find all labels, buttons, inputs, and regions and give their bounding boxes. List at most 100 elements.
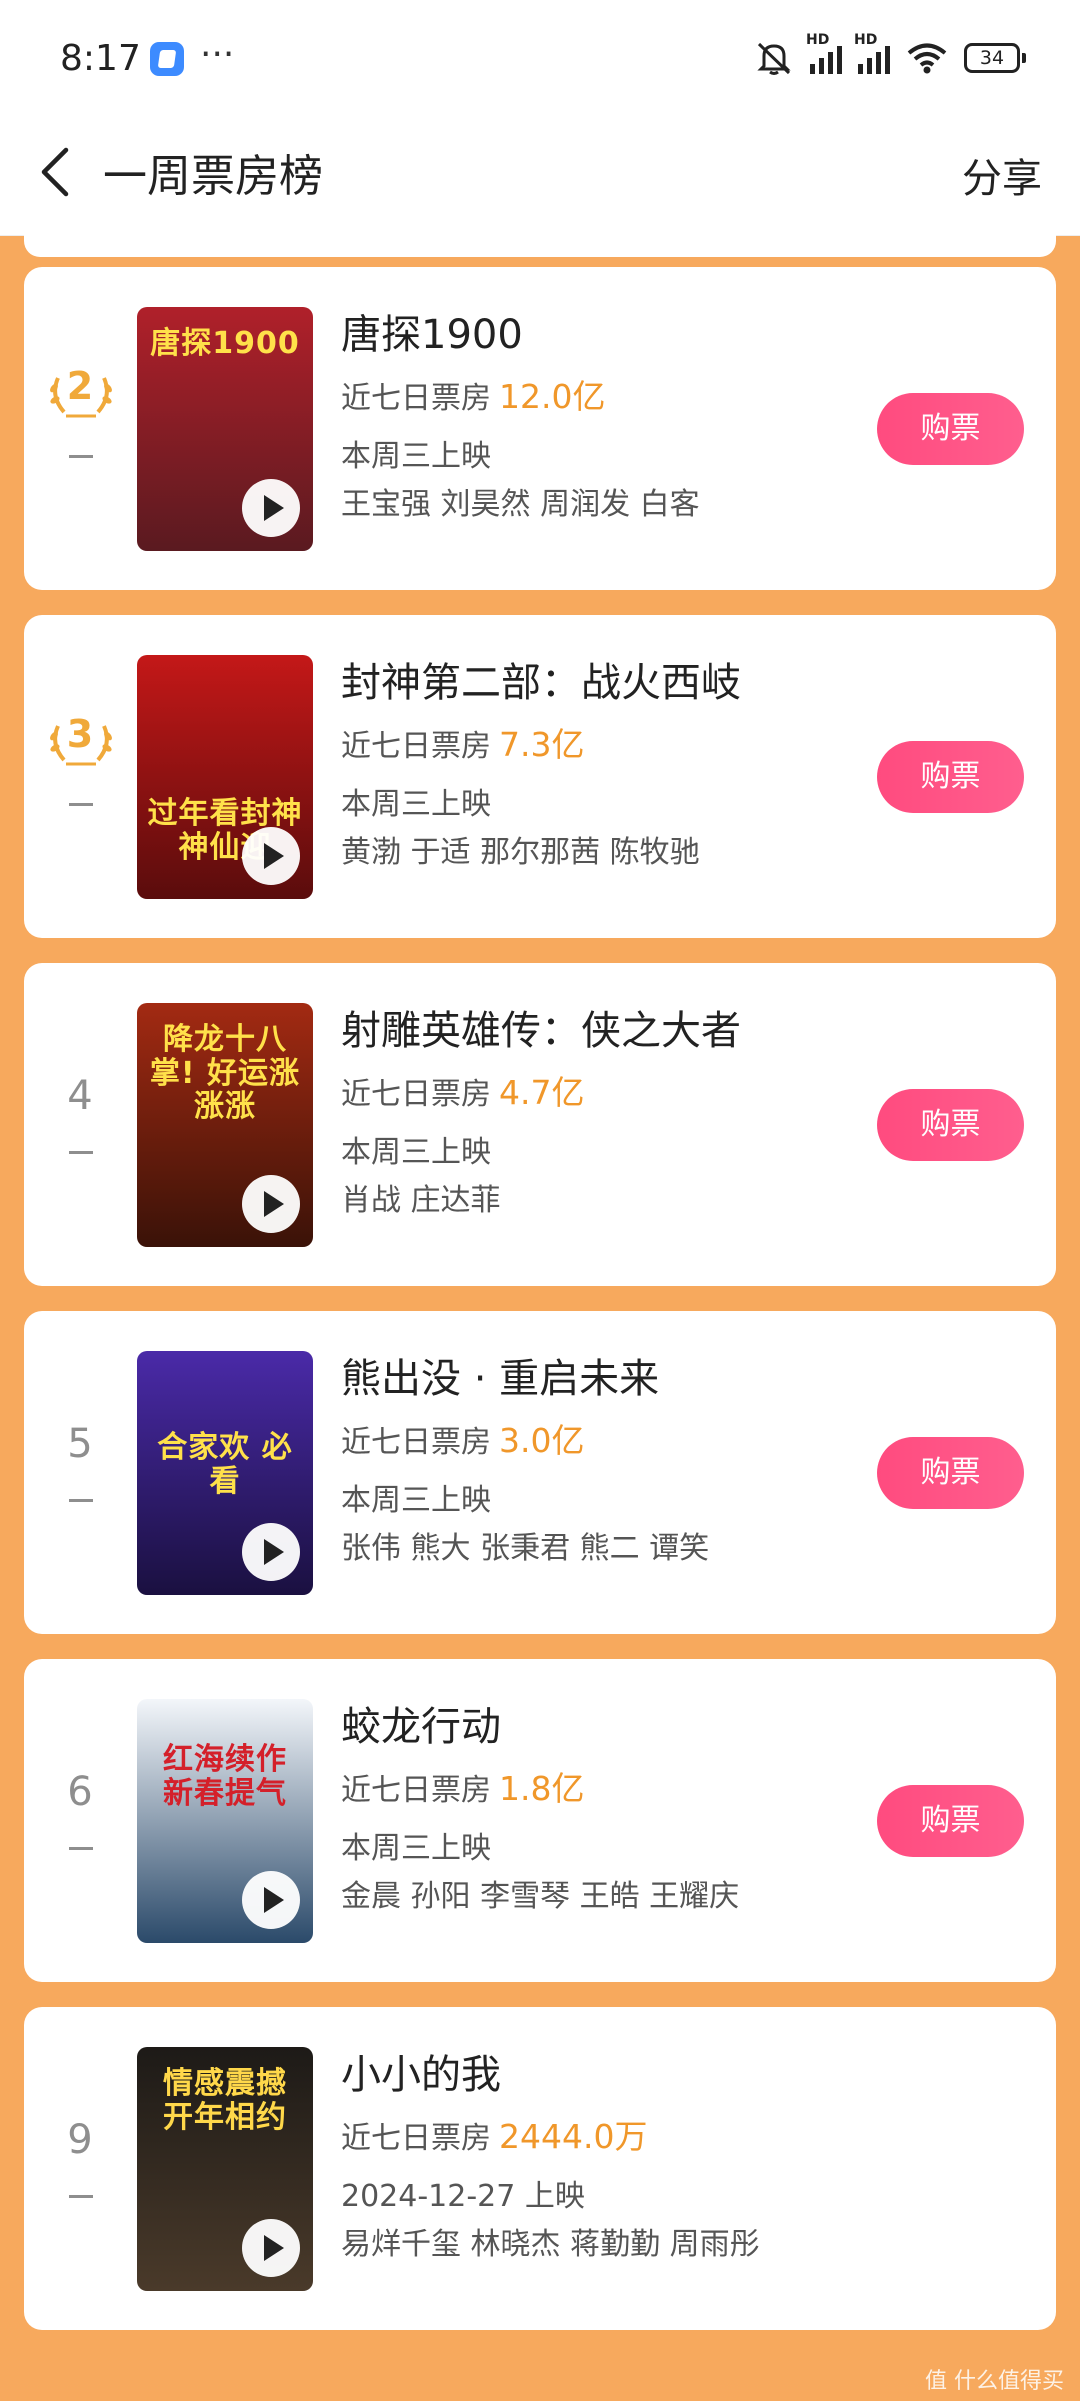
movie-card[interactable]: 9 情感震撼 开年相约 小小的我近七日票房 2444.0万 2024-12-27 上映易… [24,2007,1056,2330]
box-office-value: 2444.0万 [499,2117,648,2156]
box-office-label: 近七日票房 [341,729,491,764]
play-trailer-icon[interactable] [242,1871,300,1929]
movie-title[interactable]: 小小的我 [341,2047,861,2103]
rank-change-dash [69,455,93,458]
movie-info: 蛟龙行动 近七日票房 1.8亿 本周三上映 金晨 孙阳 李雪琴 王皓 王耀庆 [341,1699,861,1917]
box-office-value: 3.0亿 [499,1421,585,1460]
play-trailer-icon[interactable] [242,827,300,885]
rank-column: 3 [24,615,136,938]
hd-label-1: HD [806,32,830,48]
box-office-row: 近七日票房 12.0亿 [341,377,861,419]
rank-change-dash [69,2195,93,2198]
buy-ticket-button[interactable]: 购票 [877,1785,1024,1857]
cast-list: 金晨 孙阳 李雪琴 王皓 王耀庆 [341,1879,740,1914]
box-office-value: 7.3亿 [499,725,585,764]
movie-card[interactable]: 4 降龙十八掌! 好运涨涨涨 射雕英雄传：侠之大者 近七日票房 4.7亿 本周三上映 肖战 … [24,963,1056,1286]
rank-column: 2 [24,267,136,590]
movie-info: 熊出没 · 重启未来近七日票房 3.0亿 本周三上映张伟 熊大 张秉君 熊二 谭笑 [341,1351,861,1569]
rank-change-dash [69,1499,93,1502]
buy-ticket-button[interactable]: 购票 [877,393,1024,465]
previous-card-bottom [24,235,1056,257]
box-office-label: 近七日票房 [341,1425,491,1460]
rank-column: 6 [24,1659,136,1982]
back-arrow-icon[interactable] [28,142,88,202]
more-notifications-icon: ··· [200,34,235,75]
movie-poster[interactable]: 降龙十八掌! 好运涨涨涨 [137,1003,313,1247]
poster-text: 情感震撼 开年相约 [163,2066,287,2135]
rank-column: 5 [24,1311,136,1634]
release-info: 本周三上映 [341,439,491,474]
rank-number: 9 [67,2117,93,2163]
cellular-signal-2-icon: HD [854,32,890,74]
movie-poster[interactable]: 唐探1900 [137,307,313,551]
release-info: 2024-12-27 上映 [341,2179,585,2214]
movie-poster[interactable]: 红海续作 新春提气 [137,1699,313,1943]
rank-change-dash [69,1151,93,1154]
buy-ticket-button[interactable]: 购票 [877,741,1024,813]
box-office-label: 近七日票房 [341,1077,491,1112]
release-info: 本周三上映 [341,787,491,822]
box-office-row: 近七日票房 2444.0万 [341,2117,861,2159]
hd-label-2: HD [854,32,878,48]
movie-card[interactable]: 6 红海续作 新春提气 蛟龙行动 近七日票房 1.8亿 本周三上映 金晨 孙阳 李雪琴 王皓… [24,1659,1056,1982]
rank-column: 4 [24,963,136,1286]
status-bar: 8:17 ··· HD HD 34 [0,0,1080,120]
box-office-row: 近七日票房 4.7亿 [341,1073,861,1115]
buy-ticket-button[interactable]: 购票 [877,1089,1024,1161]
poster-text: 红海续作 新春提气 [163,1742,287,1811]
cast-list: 易烊千玺 林晓杰 蒋勤勤 周雨彤 [341,2227,760,2262]
movie-card[interactable]: 5 合家欢 必看 熊出没 · 重启未来近七日票房 3.0亿 本周三上映张伟 熊大 张秉君… [24,1311,1056,1634]
box-office-label: 近七日票房 [341,2121,491,2156]
wifi-icon [907,43,947,74]
battery-icon: 34 [964,43,1026,73]
rank-number: 2 [66,364,94,408]
movie-info: 封神第二部：战火西岐 近七日票房 7.3亿 本周三上映 黄渤 于适 那尔那茜 陈牧驰 [341,655,861,873]
box-office-label: 近七日票房 [341,381,491,416]
poster-text: 唐探1900 [150,326,300,361]
movie-title[interactable]: 射雕英雄传：侠之大者 [341,1003,861,1059]
movie-card[interactable]: 2 唐探1900 唐探1900 近七日票房 12.0亿 本周三上映 王宝强 刘昊然 周润发 … [24,267,1056,590]
share-button[interactable]: 分享 [962,146,1042,204]
movie-info: 小小的我近七日票房 2444.0万 2024-12-27 上映易烊千玺 林晓杰 蒋勤… [341,2047,861,2265]
movie-poster[interactable]: 情感震撼 开年相约 [137,2047,313,2291]
movie-title[interactable]: 熊出没 · 重启未来 [341,1351,861,1407]
movie-title[interactable]: 封神第二部：战火西岐 [341,655,861,711]
movie-title[interactable]: 唐探1900 [341,307,861,363]
app-notification-icon [150,42,184,76]
box-office-row: 近七日票房 7.3亿 [341,725,861,767]
box-office-value: 4.7亿 [499,1073,585,1112]
box-office-value: 1.8亿 [499,1769,585,1808]
cast-list: 黄渤 于适 那尔那茜 陈牧驰 [341,835,700,870]
rank-number: 6 [67,1769,93,1815]
rank-number: 3 [66,712,94,756]
rank-change-dash [69,803,93,806]
play-trailer-icon[interactable] [242,1523,300,1581]
mute-bell-icon [757,42,791,75]
release-info: 本周三上映 [341,1135,491,1170]
status-indicators: HD HD 34 [754,32,1026,76]
watermark: 值 什么值得买 [925,2369,1064,2394]
nav-bar: 一周票房榜 分享 [0,120,1080,236]
release-info: 本周三上映 [341,1831,491,1866]
play-trailer-icon[interactable] [242,2219,300,2277]
movie-info: 射雕英雄传：侠之大者 近七日票房 4.7亿 本周三上映 肖战 庄达菲 [341,1003,861,1221]
box-office-value: 12.0亿 [499,377,606,416]
rank-number: 4 [67,1073,93,1119]
cast-list: 张伟 熊大 张秉君 熊二 谭笑 [341,1531,710,1566]
movie-card[interactable]: 3 过年看封神 神仙迎 封神第二部：战火西岐 近七日票房 7.3亿 本周三上映 黄渤 于适 … [24,615,1056,938]
release-info: 本周三上映 [341,1483,491,1518]
rank-number: 5 [67,1421,93,1467]
play-trailer-icon[interactable] [242,479,300,537]
box-office-label: 近七日票房 [341,1773,491,1808]
movie-info: 唐探1900 近七日票房 12.0亿 本周三上映 王宝强 刘昊然 周润发 白客 [341,307,861,525]
status-time: 8:17 [60,38,141,79]
movie-title[interactable]: 蛟龙行动 [341,1699,861,1755]
cast-list: 王宝强 刘昊然 周润发 白客 [341,487,700,522]
page-title: 一周票房榜 [103,151,323,202]
box-office-row: 近七日票房 1.8亿 [341,1769,861,1811]
ranking-list: 2 唐探1900 唐探1900 近七日票房 12.0亿 本周三上映 王宝强 刘昊然 周润发 … [0,235,1080,2401]
movie-poster[interactable]: 合家欢 必看 [137,1351,313,1595]
play-trailer-icon[interactable] [242,1175,300,1233]
buy-ticket-button[interactable]: 购票 [877,1437,1024,1509]
movie-poster[interactable]: 过年看封神 神仙迎 [137,655,313,899]
